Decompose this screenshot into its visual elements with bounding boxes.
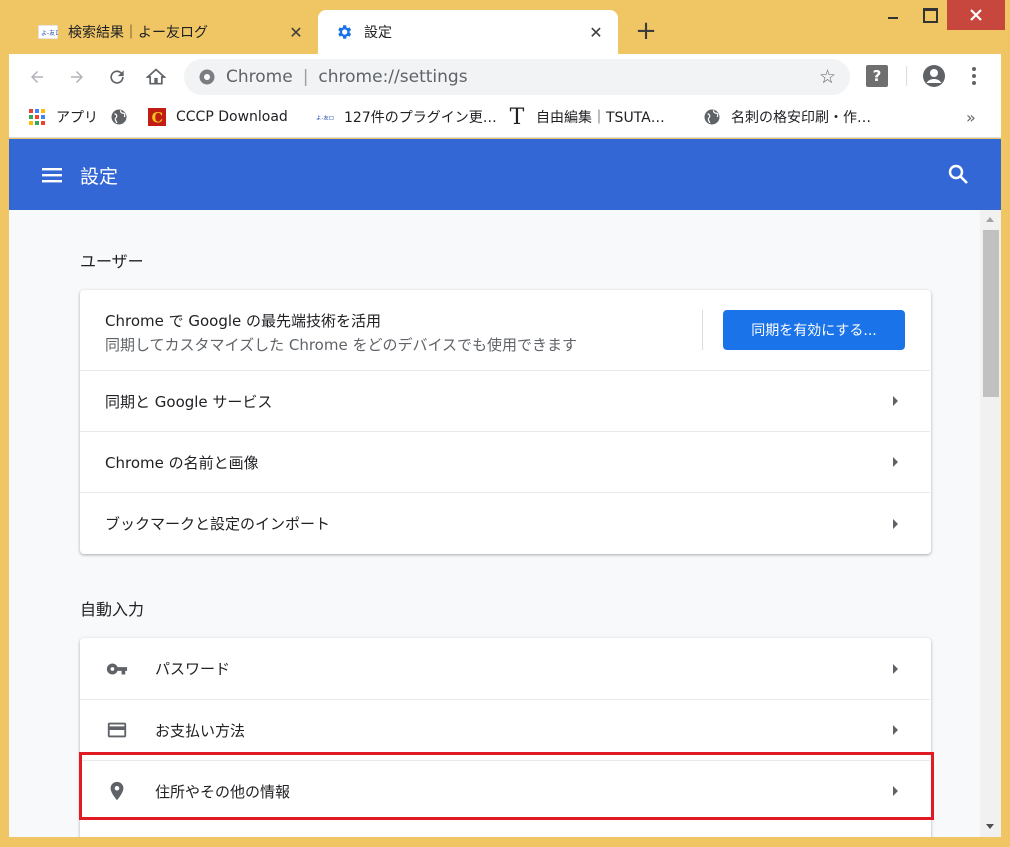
bookmark-label: CCCP Download xyxy=(176,109,288,125)
gear-icon xyxy=(334,24,354,40)
bookmark-label: 名刺の格安印刷・作… xyxy=(731,110,871,126)
row-label: Chrome の名前と画像 xyxy=(105,453,259,472)
toolbar-divider xyxy=(906,66,907,86)
key-icon xyxy=(105,657,129,681)
reload-button[interactable] xyxy=(102,62,132,92)
bookmark-cccp[interactable]: C CCCP Download xyxy=(148,106,288,128)
row-sync-google-services[interactable]: 同期と Google サービス xyxy=(80,370,930,431)
chevron-right-icon xyxy=(893,457,898,467)
new-tab-button[interactable]: + xyxy=(632,18,660,46)
scroll-down-arrow-icon[interactable] xyxy=(986,824,994,829)
scroll-up-arrow-icon[interactable] xyxy=(986,217,994,222)
row-passwords[interactable]: パスワード xyxy=(80,638,930,699)
back-button[interactable] xyxy=(22,62,52,92)
row-label: お支払い方法 xyxy=(155,721,246,740)
menu-kebab-icon[interactable] xyxy=(964,64,984,88)
svg-text:C: C xyxy=(152,109,163,126)
bookmark-label: アプリ xyxy=(56,110,98,126)
home-button[interactable] xyxy=(141,62,171,92)
globe-icon xyxy=(110,108,128,126)
tab-close-icon[interactable]: ✕ xyxy=(286,22,306,42)
svg-text:よ-友ログ: よ-友ログ xyxy=(316,114,334,122)
apps-grid-icon xyxy=(28,108,46,126)
scrollbar-thumb[interactable] xyxy=(983,230,999,397)
bookmark-star-icon[interactable]: ☆ xyxy=(819,66,836,88)
bookmarks-overflow-button[interactable]: » xyxy=(966,106,976,128)
chevron-right-icon xyxy=(893,396,898,406)
bookmark-tsutaya[interactable]: T 自由編集｜TSUTA… xyxy=(508,104,665,130)
row-label: ブックマークと設定のインポート xyxy=(105,515,331,533)
bookmark-globe[interactable] xyxy=(110,106,138,128)
yotomo-favicon-icon: よ-友ログ xyxy=(38,24,58,40)
row-import-bookmarks[interactable]: ブックマークと設定のインポート xyxy=(80,492,930,554)
tab-settings[interactable]: 設定 ✕ xyxy=(318,10,618,54)
bookmark-business-cards[interactable]: 名刺の格安印刷・作… xyxy=(703,106,871,128)
row-label: パスワード xyxy=(155,660,231,678)
page-title: 設定 xyxy=(80,166,119,188)
chevron-right-icon xyxy=(893,663,898,674)
bookmark-label: 自由編集｜TSUTA… xyxy=(536,110,665,126)
profile-avatar-icon[interactable] xyxy=(922,64,946,92)
row-label: 同期と Google サービス xyxy=(105,392,273,411)
yotomo-logo-icon: よ-友ログ xyxy=(316,108,334,126)
tab-title: 検索結果｜よー友ログ xyxy=(68,25,208,41)
address-bar[interactable]: Chrome | chrome://settings ☆ xyxy=(184,59,850,95)
bookmark-apps[interactable]: アプリ xyxy=(28,106,98,128)
highlight-box xyxy=(79,752,934,820)
chevron-right-icon xyxy=(893,518,898,529)
settings-content: ユーザー Chrome で Google の最先端技術を活用 同期してカスタマイ… xyxy=(9,210,980,837)
globe-icon xyxy=(703,108,721,126)
cccp-logo-icon: C xyxy=(148,108,166,126)
sync-promo-subtitle: 同期してカスタマイズした Chrome をどのデバイスでも使用できます xyxy=(105,336,578,354)
enable-sync-button[interactable]: 同期を有効にする... xyxy=(723,310,905,350)
section-title-autofill: 自動入力 xyxy=(80,600,145,619)
row-payment-methods[interactable]: お支払い方法 xyxy=(80,699,930,760)
row-chrome-name-image[interactable]: Chrome の名前と画像 xyxy=(80,431,930,492)
hamburger-menu-icon[interactable] xyxy=(40,164,64,186)
credit-card-icon xyxy=(105,718,129,742)
chevron-right-icon xyxy=(893,725,898,735)
sync-divider xyxy=(702,310,703,350)
section-title-user: ユーザー xyxy=(80,252,144,271)
url-text: chrome://settings xyxy=(318,67,468,87)
minimize-button[interactable] xyxy=(873,0,913,30)
bookmark-label: 127件のプラグイン更… xyxy=(344,110,497,126)
user-card: Chrome で Google の最先端技術を活用 同期してカスタマイズした C… xyxy=(80,290,931,554)
site-label: Chrome xyxy=(226,67,293,87)
t-logo-icon: T xyxy=(509,104,525,130)
bookmark-plugin-updates[interactable]: よ-友ログ 127件のプラグイン更… xyxy=(316,106,497,128)
tab-search-results[interactable]: よ-友ログ 検索結果｜よー友ログ ✕ xyxy=(22,10,318,54)
close-window-button[interactable] xyxy=(947,0,1005,30)
forward-button[interactable] xyxy=(62,62,92,92)
url-separator: | xyxy=(302,67,309,87)
extension-help-icon[interactable]: ? xyxy=(866,65,888,87)
settings-header xyxy=(9,139,1001,210)
tab-title: 設定 xyxy=(364,25,392,41)
svg-text:よ-友ログ: よ-友ログ xyxy=(41,29,58,37)
tab-close-icon[interactable]: ✕ xyxy=(586,22,606,42)
sync-promo-title: Chrome で Google の最先端技術を活用 xyxy=(105,312,382,330)
chrome-scheme-icon xyxy=(198,68,216,86)
maximize-button[interactable] xyxy=(913,0,947,30)
search-icon[interactable] xyxy=(946,162,972,188)
